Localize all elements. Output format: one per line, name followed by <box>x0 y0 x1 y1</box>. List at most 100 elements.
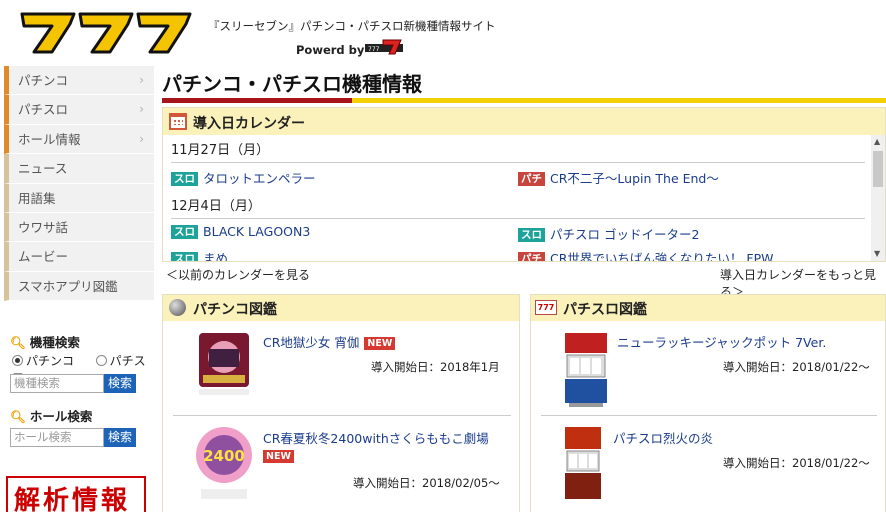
pachislot-catalog-header: 777 パチスロ図鑑 <box>531 295 885 321</box>
slot-tag: スロ <box>171 225 198 239</box>
pachi-tag: パチ <box>518 252 545 261</box>
nav-label: 用語集 <box>18 190 56 206</box>
pachinko-ball-icon <box>169 299 186 316</box>
machine-name[interactable]: CR春夏秋冬2400withさくらももこ劇場 <box>263 431 489 446</box>
site-logo-777[interactable] <box>18 8 194 56</box>
catalog-item-name[interactable]: ニューラッキージャックポット 7Ver. <box>617 332 826 351</box>
nav-label: ニュース <box>18 161 68 177</box>
machine-thumbnail[interactable] <box>195 331 253 397</box>
nav-label: パチンコ <box>18 73 69 88</box>
machine-search-input[interactable]: 機種検索 <box>10 374 104 393</box>
release-date: 導入開始日：2018/02/05～ <box>353 476 500 490</box>
chevron-right-icon: › <box>139 131 144 146</box>
calendar-entry-name[interactable]: まめ <box>203 251 228 261</box>
calendar-date: 12月4日（月） <box>171 199 261 214</box>
machine-search-label: 機種検索 <box>29 335 80 350</box>
radio-pachinko[interactable] <box>12 355 23 366</box>
calendar-entry-name[interactable]: タロットエンペラー <box>203 171 316 186</box>
site-header: 『スリーセブン』パチンコ・パチスロ新機種情報サイト Powerd by 777 <box>0 0 886 66</box>
prev-calendar-link[interactable]: ＜以前のカレンダーを見る <box>166 266 310 283</box>
release-date: 導入開始日：2018/01/22～ <box>723 360 870 374</box>
nav-item-pachinko[interactable]: パチンコ › <box>4 66 154 96</box>
sidebar-nav: パチンコ › パチスロ › ホール情報 › ニュース 用語集 ウワサ話 ムービー スマ… <box>4 66 154 302</box>
analysis-banner[interactable]: 解析情報 <box>6 476 146 512</box>
calendar-header: 導入日カレンダー <box>163 108 885 135</box>
nav-label: ホール情報 <box>18 131 81 147</box>
calendar-entry[interactable]: スロ パチスロ ゴッドイーター2 <box>518 224 699 243</box>
slot-tag: スロ <box>171 252 198 261</box>
sidebar: パチンコ › パチスロ › ホール情報 › ニュース 用語集 ウワサ話 ムービー スマ… <box>4 66 154 512</box>
nav-item-news[interactable]: ニュース <box>4 154 154 184</box>
radio-pachinko-label[interactable]: パチンコ <box>26 354 74 368</box>
nav-label: ウワサ話 <box>18 219 69 235</box>
catalog-item-badge-row: NEW <box>263 448 294 463</box>
calendar-date: 11月27日（月） <box>171 143 270 158</box>
page-title: パチンコ・パチスロ機種情報 <box>162 72 422 96</box>
new-badge: NEW <box>263 450 294 463</box>
pachinko-catalog-header: パチンコ図鑑 <box>163 295 519 321</box>
calendar-entry-name[interactable]: CR世界でいちばん強くなりたい！ FPW <box>550 251 773 261</box>
powered-by-label: Powerd by <box>296 43 365 57</box>
analysis-banner-text: 解析情報 <box>14 486 131 512</box>
machine-thumbnail[interactable] <box>563 425 603 503</box>
nav-label: スマホアプリ図鑑 <box>18 278 118 294</box>
calendar-entry-name[interactable]: BLACK LAGOON3 <box>203 224 310 239</box>
nav-item-movies[interactable]: ムービー <box>4 242 154 272</box>
pachislot-catalog: 777 パチスロ図鑑 ニューラッキージャックポット 7Ver. 導入開始日：20… <box>530 294 886 512</box>
nav-label: ムービー <box>18 249 69 265</box>
calendar-entry-name[interactable]: パチスロ ゴッドイーター2 <box>550 227 699 242</box>
machine-thumbnail[interactable]: 2400 <box>193 425 255 503</box>
search-icon: 🔍︎ <box>10 409 26 424</box>
scroll-down-arrow-icon[interactable]: ▼ <box>874 249 880 258</box>
calendar-entry[interactable]: スロ まめ <box>171 248 228 261</box>
calendar-entry[interactable]: スロ タロットエンペラー <box>171 168 316 187</box>
calendar-title: 導入日カレンダー <box>193 116 305 132</box>
scroll-up-arrow-icon[interactable]: ▲ <box>874 137 880 146</box>
search-icon: 🔍︎ <box>10 335 26 350</box>
machine-thumbnail[interactable] <box>563 331 609 409</box>
divider <box>173 415 511 416</box>
pachinko-catalog: パチンコ図鑑 CR地獄少女 宵伽 NEW 導入開始日：2018年1月 2400 C… <box>162 294 520 512</box>
nav-item-pachislot[interactable]: パチスロ › <box>4 95 154 125</box>
calendar-entry[interactable]: スロ BLACK LAGOON3 <box>171 224 310 239</box>
calendar-scrollbar[interactable]: ▲ ▼ <box>871 135 885 261</box>
nav-item-rumors[interactable]: ウワサ話 <box>4 212 154 243</box>
catalog-item-name[interactable]: CR地獄少女 宵伽 NEW <box>263 332 396 351</box>
radio-pachislot[interactable] <box>95 355 107 366</box>
calendar-list[interactable]: 11月27日（月） スロ タロットエンペラー パチ CR不二子～Lupin The … <box>163 135 871 261</box>
chevron-right-icon: › <box>139 73 144 87</box>
calendar-entry[interactable]: パチ CR世界でいちばん強くなりたい！ FPW <box>518 248 773 261</box>
machine-search-title: 🔍︎ 機種検索 <box>10 332 80 350</box>
hall-search-label: ホール検索 <box>29 409 93 424</box>
divider <box>171 218 865 219</box>
nav-item-glossary[interactable]: 用語集 <box>4 183 154 213</box>
nav-item-app-guide[interactable]: スマホアプリ図鑑 <box>4 271 154 302</box>
release-date: 導入開始日：2018年1月 <box>371 360 500 374</box>
hall-search-title: 🔍︎ ホール検索 <box>10 406 93 424</box>
sponsor-logo[interactable]: 777 <box>365 38 403 56</box>
search-panel: 🔍︎機種検索 パチンコ パチスロ 機種検索 検索 🔍︎ホール検索 ホール検索 検… <box>4 320 154 447</box>
chevron-right-icon: › <box>139 102 144 117</box>
divider <box>171 162 865 163</box>
nav-label: パチスロ <box>18 102 69 118</box>
hall-search-input[interactable]: ホール検索 <box>10 428 104 447</box>
scroll-thumb[interactable] <box>873 151 883 187</box>
calendar-entry-name[interactable]: CR不二子～Lupin The End～ <box>550 171 719 186</box>
svg-text:2400: 2400 <box>203 447 245 465</box>
hall-search-button[interactable]: 検索 <box>104 428 136 447</box>
pachi-tag: パチ <box>518 172 545 186</box>
machine-name[interactable]: CR地獄少女 宵伽 <box>263 335 359 350</box>
slot-777-icon: 777 <box>535 300 557 315</box>
catalog-item-name[interactable]: パチスロ烈火の炎 <box>613 428 713 447</box>
new-badge: NEW <box>364 337 396 350</box>
release-date: 導入開始日：2018/01/22～ <box>723 456 870 470</box>
pachislot-catalog-title: パチスロ図鑑 <box>563 302 647 318</box>
calendar-entry[interactable]: パチ CR不二子～Lupin The End～ <box>518 168 719 187</box>
pachinko-catalog-title: パチンコ図鑑 <box>193 302 277 318</box>
slot-tag: スロ <box>171 172 198 186</box>
calendar-icon <box>169 113 187 130</box>
machine-search-button[interactable]: 検索 <box>104 374 136 393</box>
site-tagline: 『スリーセブン』パチンコ・パチスロ新機種情報サイト <box>208 19 496 33</box>
nav-item-hall-info[interactable]: ホール情報 › <box>4 124 154 155</box>
catalog-item-name[interactable]: CR春夏秋冬2400withさくらももこ劇場 <box>263 428 489 447</box>
